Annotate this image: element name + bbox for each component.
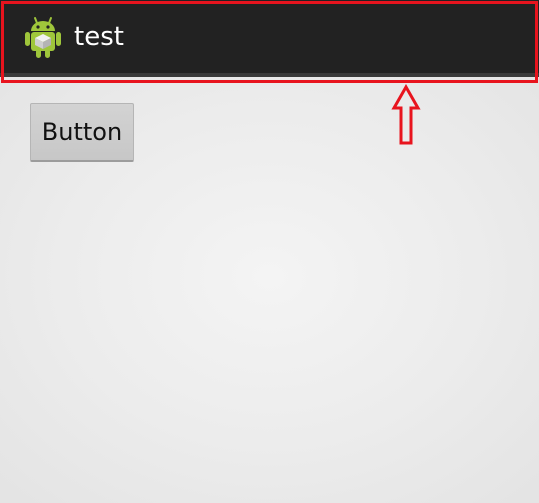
main-button[interactable]: Button — [30, 103, 134, 162]
annotation-up-arrow-icon — [390, 83, 422, 146]
action-bar: test — [0, 0, 539, 77]
app-title: test — [74, 22, 124, 52]
android-robot-icon — [24, 15, 62, 59]
